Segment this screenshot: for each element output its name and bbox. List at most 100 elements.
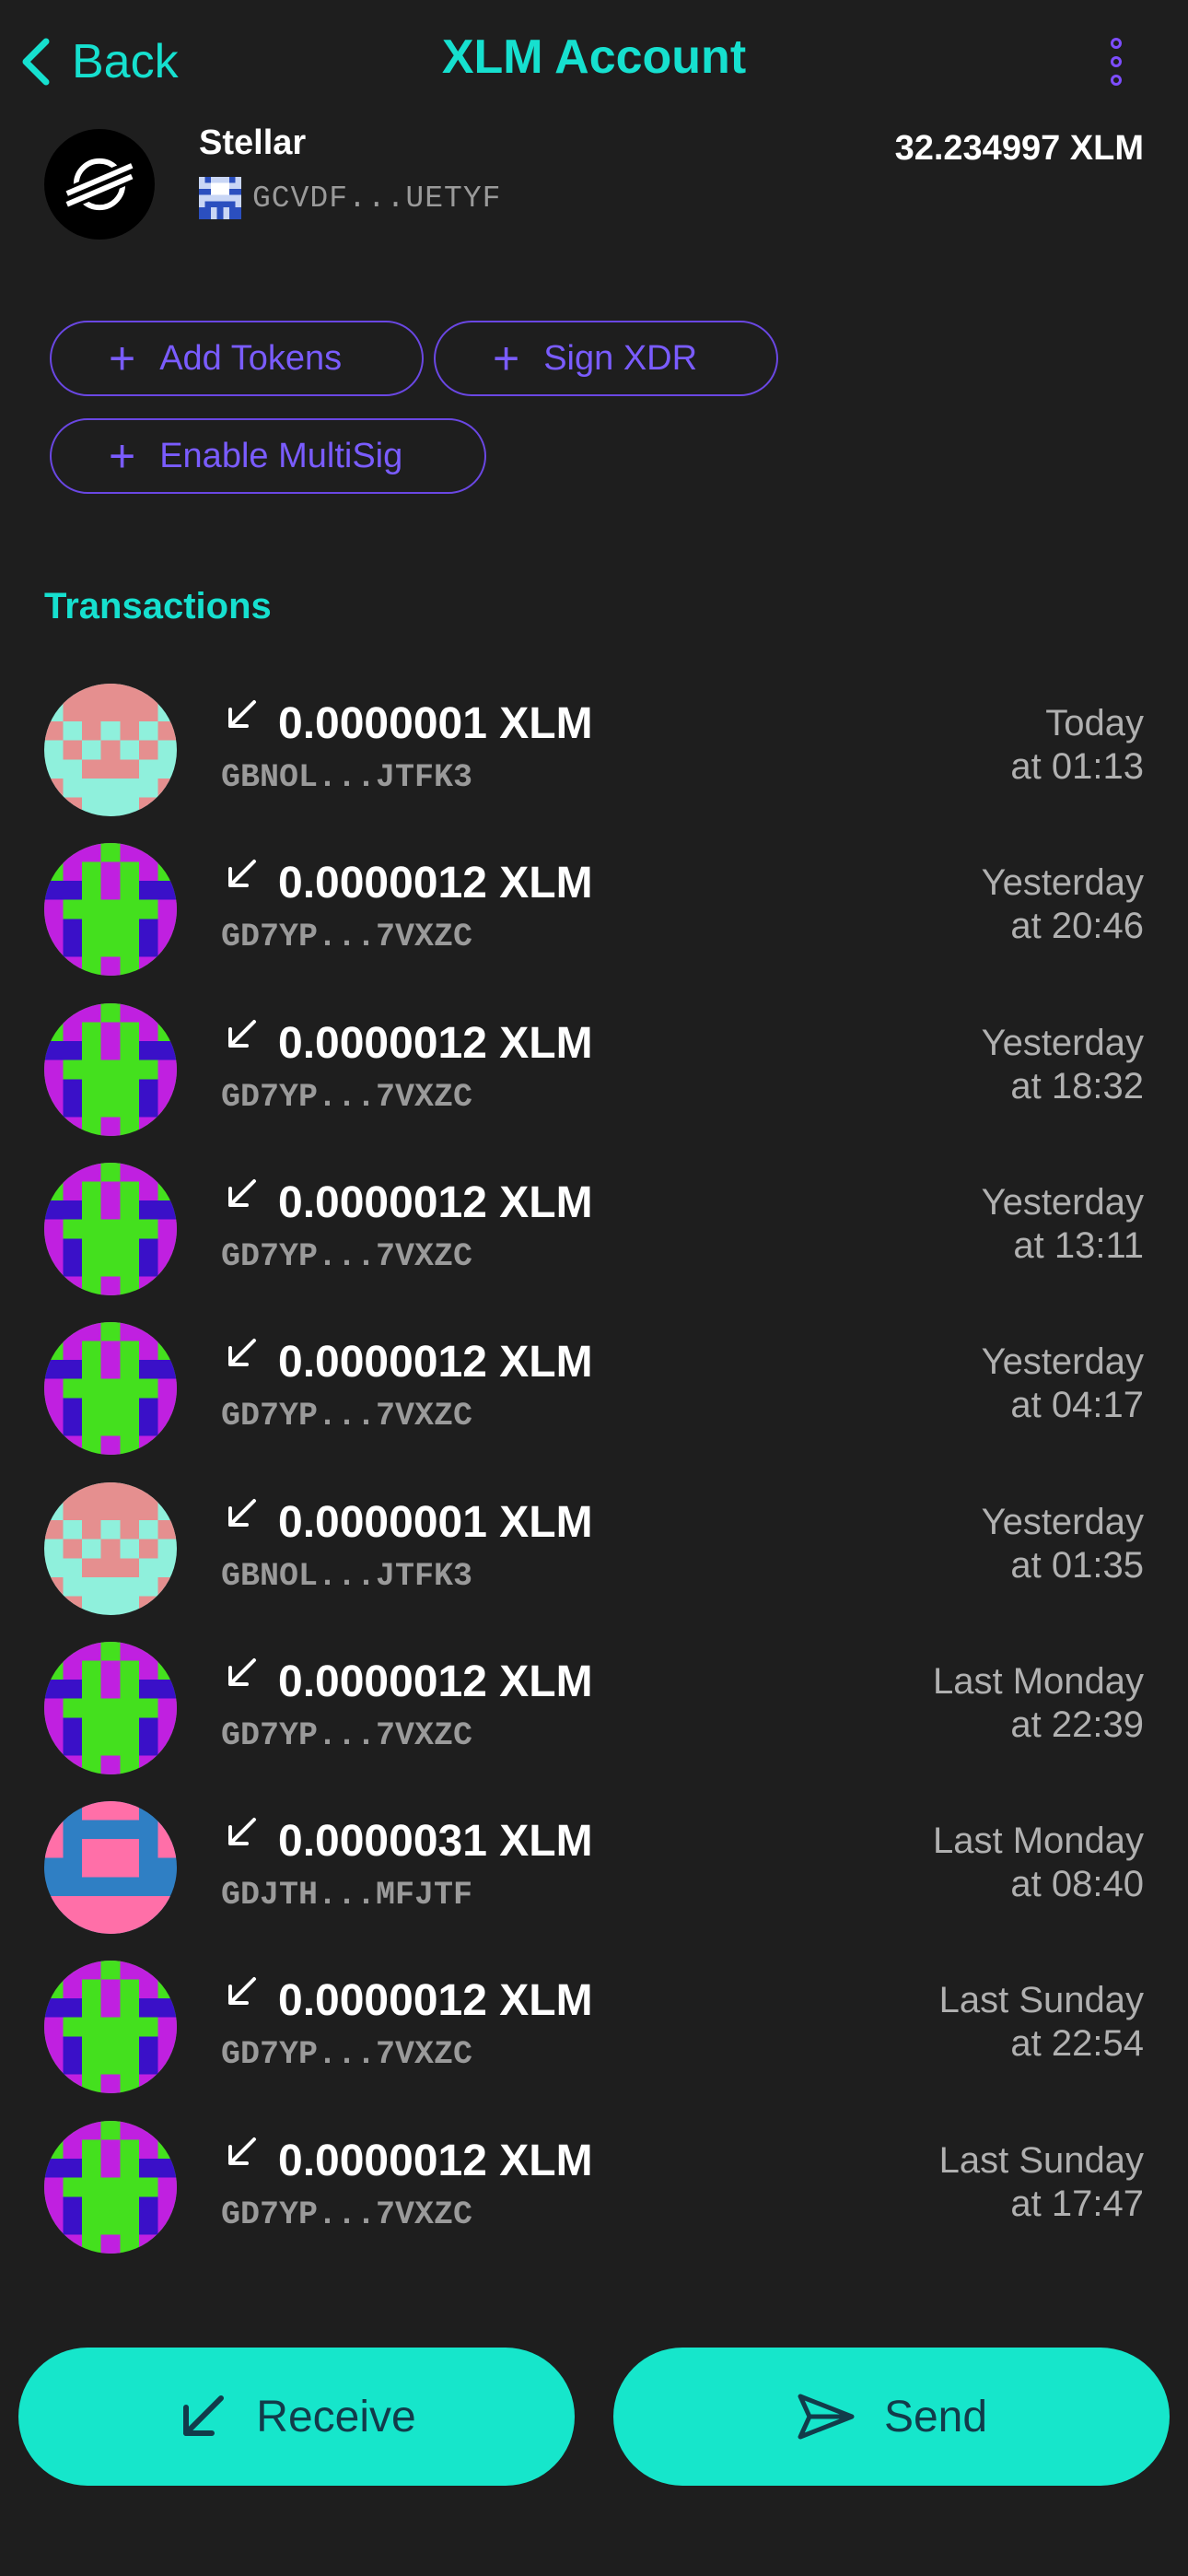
transaction-row[interactable]: 0.0000012 XLM GD7YP...7VXZC Last Sunday at … — [44, 1957, 1144, 2095]
incoming-arrow-icon — [228, 700, 256, 728]
transaction-clock: at 18:32 — [1010, 1066, 1144, 1107]
sender-avatar — [44, 1003, 177, 1136]
stellar-icon — [64, 158, 134, 211]
incoming-arrow-icon — [228, 1658, 256, 1686]
transaction-day: Last Sunday — [938, 2140, 1144, 2181]
transaction-amount: 0.0000012 XLM — [278, 1976, 593, 2025]
sender-avatar — [44, 1961, 177, 2093]
more-menu-button[interactable] — [1096, 28, 1136, 96]
transaction-address: GDJTH...MFJTF — [221, 1877, 473, 1914]
transaction-amount: 0.0000031 XLM — [278, 1817, 593, 1866]
transaction-clock: at 04:17 — [1010, 1385, 1144, 1425]
sender-avatar — [44, 684, 177, 816]
account-address: GCVDF...UETYF — [252, 181, 502, 216]
transaction-day: Last Sunday — [938, 1980, 1144, 2020]
transaction-row[interactable]: 0.0000012 XLM GD7YP...7VXZC Yesterday at 18… — [44, 1000, 1144, 1138]
transaction-amount: 0.0000001 XLM — [278, 699, 593, 748]
transaction-address: GD7YP...7VXZC — [221, 1398, 473, 1434]
incoming-arrow-icon — [228, 1818, 256, 1845]
receive-arrow-icon — [183, 2395, 225, 2436]
plus-icon: + — [109, 430, 136, 482]
account-identicon — [199, 177, 241, 219]
transaction-row[interactable]: 0.0000012 XLM GD7YP...7VXZC Last Sunday at … — [44, 2117, 1144, 2255]
incoming-arrow-icon — [228, 1020, 256, 1048]
account-name: Stellar — [199, 123, 307, 162]
sender-avatar — [44, 2121, 177, 2254]
sign-xdr-button[interactable]: + Sign XDR — [434, 321, 778, 396]
transaction-row[interactable]: 0.0000012 XLM GD7YP...7VXZC Yesterday at 13… — [44, 1159, 1144, 1297]
transaction-time: Yesterday at 18:32 — [982, 1022, 1144, 1108]
transaction-day: Yesterday — [981, 1502, 1144, 1542]
transaction-time: Last Sunday at 17:47 — [939, 2139, 1144, 2226]
receive-button[interactable]: Receive — [18, 2348, 575, 2486]
enable-multisig-button[interactable]: + Enable MultiSig — [50, 418, 486, 494]
transaction-address: GBNOL...JTFK3 — [221, 759, 473, 796]
send-label: Send — [883, 2392, 988, 2441]
transaction-time: Yesterday at 13:11 — [982, 1181, 1144, 1268]
transaction-time: Yesterday at 20:46 — [982, 861, 1144, 948]
transaction-clock: at 22:54 — [1010, 2023, 1144, 2064]
transaction-address: GD7YP...7VXZC — [221, 1238, 473, 1275]
transaction-clock: at 13:11 — [1013, 1225, 1144, 1266]
incoming-arrow-icon — [228, 860, 256, 887]
transaction-row[interactable]: 0.0000012 XLM GD7YP...7VXZC Yesterday at 04… — [44, 1318, 1144, 1457]
send-button[interactable]: Send — [613, 2348, 1170, 2486]
transaction-clock: at 20:46 — [1010, 906, 1144, 946]
transaction-clock: at 08:40 — [1010, 1864, 1144, 1904]
transaction-day: Yesterday — [981, 1182, 1144, 1223]
stellar-logo — [44, 129, 155, 240]
transaction-day: Yesterday — [981, 1023, 1144, 1063]
page-title: XLM Account — [441, 30, 747, 84]
transaction-amount: 0.0000001 XLM — [278, 1498, 593, 1547]
transaction-address: GD7YP...7VXZC — [221, 919, 473, 955]
transaction-address: GBNOL...JTFK3 — [221, 1558, 473, 1595]
sender-avatar — [44, 1163, 177, 1295]
sign-xdr-label: Sign XDR — [543, 338, 698, 378]
transaction-amount: 0.0000012 XLM — [278, 1657, 593, 1706]
transaction-clock: at 01:13 — [1010, 746, 1144, 787]
plus-icon: + — [109, 333, 136, 384]
transaction-address: GD7YP...7VXZC — [221, 1717, 473, 1754]
transaction-address: GD7YP...7VXZC — [221, 2036, 473, 2073]
more-vertical-icon — [1111, 38, 1122, 49]
incoming-arrow-icon — [228, 1499, 256, 1527]
transaction-row[interactable]: 0.0000012 XLM GD7YP...7VXZC Last Monday at … — [44, 1638, 1144, 1776]
transaction-amount: 0.0000012 XLM — [278, 2137, 593, 2185]
enable-multisig-label: Enable MultiSig — [159, 436, 403, 475]
transaction-day: Last Monday — [932, 1821, 1144, 1861]
incoming-arrow-icon — [228, 2137, 256, 2165]
transaction-row[interactable]: 0.0000012 XLM GD7YP...7VXZC Yesterday at 20… — [44, 839, 1144, 978]
incoming-arrow-icon — [228, 1179, 256, 1207]
transaction-clock: at 22:39 — [1010, 1704, 1144, 1745]
transaction-time: Yesterday at 01:35 — [982, 1501, 1144, 1587]
transaction-time: Last Monday at 08:40 — [933, 1820, 1144, 1906]
transaction-address: GD7YP...7VXZC — [221, 1079, 473, 1116]
transaction-clock: at 17:47 — [1010, 2184, 1144, 2224]
sender-avatar — [44, 1322, 177, 1455]
transaction-time: Last Sunday at 22:54 — [939, 1979, 1144, 2066]
receive-label: Receive — [256, 2392, 416, 2441]
send-icon — [798, 2394, 855, 2440]
transaction-day: Yesterday — [981, 1341, 1144, 1382]
add-tokens-button[interactable]: + Add Tokens — [50, 321, 424, 396]
transaction-day: Yesterday — [981, 862, 1144, 903]
transaction-address: GD7YP...7VXZC — [221, 2196, 473, 2233]
account-address-row[interactable]: GCVDF...UETYF — [199, 177, 501, 219]
transaction-clock: at 01:35 — [1010, 1545, 1144, 1586]
transaction-row[interactable]: 0.0000001 XLM GBNOL...JTFK3 Today at 01:13 — [44, 680, 1144, 818]
transaction-amount: 0.0000012 XLM — [278, 1178, 593, 1227]
transaction-amount: 0.0000012 XLM — [278, 859, 593, 907]
sender-avatar — [44, 1801, 177, 1934]
transaction-time: Last Monday at 22:39 — [933, 1660, 1144, 1747]
account-balance: 32.234997 XLM — [894, 129, 1144, 168]
incoming-arrow-icon — [228, 1339, 256, 1366]
transaction-day: Last Monday — [932, 1661, 1144, 1702]
transaction-day: Today — [1045, 703, 1144, 744]
transaction-amount: 0.0000012 XLM — [278, 1338, 593, 1387]
sender-avatar — [44, 1482, 177, 1615]
add-tokens-label: Add Tokens — [159, 338, 343, 378]
transaction-row[interactable]: 0.0000031 XLM GDJTH...MFJTF Last Monday at … — [44, 1797, 1144, 1936]
sender-avatar — [44, 1642, 177, 1774]
transaction-row[interactable]: 0.0000001 XLM GBNOL...JTFK3 Yesterday at 01… — [44, 1479, 1144, 1617]
transaction-amount: 0.0000012 XLM — [278, 1019, 593, 1068]
